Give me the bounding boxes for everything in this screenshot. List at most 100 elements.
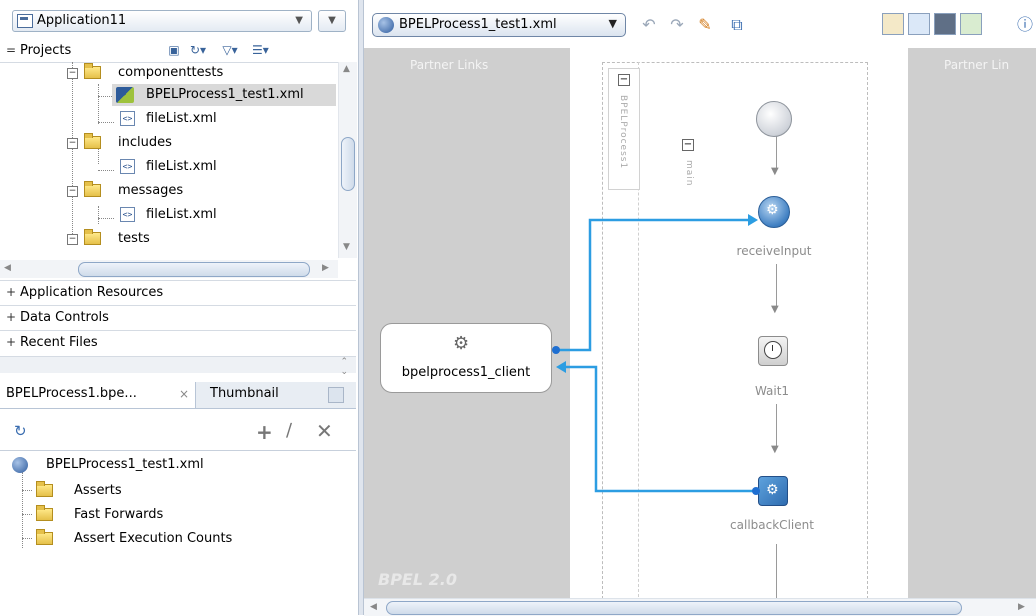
folder-icon [84,63,101,79]
working-set-icon[interactable]: ▣ [166,42,182,58]
tree-item-bpelprocess1-test1[interactable]: BPELProcess1_test1.xml [112,84,336,106]
section-label: Recent Files [20,335,98,350]
tree-vertical-scrollbar[interactable]: ▲ ▼ [338,62,357,258]
tree-item-filelist[interactable]: <> fileList.xml [112,156,336,178]
structure-root-label: BPELProcess1_test1.xml [46,457,204,472]
scroll-right-icon[interactable]: ▶ [1018,602,1025,612]
edit-icon[interactable]: ∕ [286,420,292,441]
wire-arrow-icon [556,361,566,373]
bpel-process-icon [12,457,28,473]
delete-icon[interactable]: ✕ [316,419,333,443]
structure-item-label: Assert Execution Counts [74,531,233,546]
section-application-resources[interactable]: + Application Resources [0,280,356,305]
section-recent-files[interactable]: + Recent Files [0,330,356,355]
tree-item-label: fileList.xml [146,111,217,126]
xml-file-icon: <> [120,159,135,174]
canvas-horizontal-scrollbar[interactable]: ◀ ▶ [364,598,1036,616]
tab-label: BPELProcess1.bpe... [6,386,137,401]
tree-item-label: componenttests [118,65,224,80]
tree-item-includes[interactable]: − includes [0,132,338,154]
monitor-view-icon[interactable] [908,13,930,35]
structure-item-label: Asserts [74,483,122,498]
splitter-grip-icon[interactable]: ⌃ ⌄ [340,357,348,377]
structure-item-asserts[interactable]: Asserts [0,480,356,502]
scroll-up-icon[interactable]: ▲ [343,64,350,74]
receive-wire [556,218,748,352]
clear-icon[interactable]: ✎ [694,14,716,36]
chevron-down-icon: ▼ [295,15,303,26]
tree-item-label: messages [118,183,184,198]
tab-thumbnail[interactable]: Thumbnail [200,382,310,408]
collapse-icon[interactable]: − [67,68,78,79]
section-label: Application Resources [20,285,164,300]
xml-file-icon: <> [120,207,135,222]
scrollbar-thumb[interactable] [341,137,355,191]
close-icon[interactable]: × [179,382,189,406]
structure-item-assert-execution-counts[interactable]: Assert Execution Counts [0,528,356,550]
application-menu-button[interactable]: ▼ [318,10,346,32]
design-view-icon[interactable] [882,13,904,35]
folder-icon [84,133,101,149]
xml-file-icon: <> [120,111,135,126]
process-canvas[interactable]: Partner Links BPEL 2.0 Partner Lin − BPE… [364,48,1036,598]
layout-icon[interactable]: ⧉ [726,14,748,36]
tree-item-filelist[interactable]: <> fileList.xml [112,204,336,226]
structure-item-label: Fast Forwards [74,507,164,522]
pane-splitter[interactable]: ⌃ ⌄ [0,356,356,377]
port-dot [752,487,760,495]
expand-toggle[interactable]: + [6,335,16,349]
scroll-left-icon[interactable]: ◀ [370,602,377,612]
bpel-editor: BPELProcess1_test1.xml ▼ ↶ ↷ ✎ ⧉ ⓘ Partn… [364,0,1036,616]
tab-structure[interactable]: BPELProcess1.bpe... × [0,382,196,408]
test-selector[interactable]: BPELProcess1_test1.xml ▼ [372,13,626,37]
section-label: Data Controls [20,310,109,325]
partner-link-wires [556,214,758,493]
collapse-icon[interactable]: − [67,234,78,245]
expand-toggle[interactable]: + [6,285,16,299]
chart-view-icon[interactable] [960,13,982,35]
view-options-icon[interactable]: ☰▾ [252,42,269,58]
tree-item-filelist[interactable]: <> fileList.xml [112,108,336,130]
tree-item-tests[interactable]: − tests [0,228,338,250]
scroll-down-icon[interactable]: ▼ [343,242,350,252]
application-selector[interactable]: Application11 ▼ [12,10,312,32]
help-icon[interactable]: ⓘ [1014,14,1036,36]
tree-horizontal-scrollbar[interactable]: ◀ ▶ [0,260,338,278]
scroll-right-icon[interactable]: ▶ [322,263,329,273]
projects-label: Projects [20,43,72,58]
minimize-icon[interactable] [328,387,344,403]
structure-tab-bar: BPELProcess1.bpe... × Thumbnail [0,382,356,409]
scrollbar-thumb[interactable] [386,601,962,615]
tree-item-componenttests[interactable]: − componenttests [0,62,338,84]
bpel-process-icon [378,17,394,33]
project-tree: − componenttests BPELProcess1_test1.xml … [0,62,340,260]
application-selector-value: Application11 [37,13,127,28]
filter-icon[interactable]: ▽▾ [222,42,238,58]
callback-wire [566,365,756,493]
add-icon[interactable]: + [256,420,273,444]
collapse-icon[interactable]: − [67,186,78,197]
projects-toggle[interactable]: = [6,43,16,57]
projects-section-header[interactable]: = Projects ▣ ↻▾ ▽▾ ☰▾ [0,40,356,63]
expand-toggle[interactable]: + [6,310,16,324]
editor-toolbar: BPELProcess1_test1.xml ▼ ↶ ↷ ✎ ⧉ ⓘ [364,0,1036,48]
test-view-icon[interactable] [934,13,956,35]
sync-icon[interactable]: ↻▾ [190,42,206,58]
scrollbar-thumb[interactable] [78,262,310,277]
refresh-icon[interactable]: ↻ [14,422,27,440]
structure-root[interactable]: BPELProcess1_test1.xml [0,454,356,476]
redo-icon[interactable]: ↷ [666,14,688,36]
structure-item-fast-forwards[interactable]: Fast Forwards [0,504,356,526]
folder-icon [84,229,101,245]
undo-icon[interactable]: ↶ [638,14,660,36]
port-dot [552,346,560,354]
tree-item-messages[interactable]: − messages [0,180,338,202]
folder-icon [36,529,53,545]
structure-toolbar: ↻ + ∕ ✕ [0,410,356,450]
tree-item-label: fileList.xml [146,159,217,174]
scroll-left-icon[interactable]: ◀ [4,263,11,273]
application-icon [17,14,33,28]
collapse-icon[interactable]: − [67,138,78,149]
tree-item-label: includes [118,135,172,150]
section-data-controls[interactable]: + Data Controls [0,305,356,330]
